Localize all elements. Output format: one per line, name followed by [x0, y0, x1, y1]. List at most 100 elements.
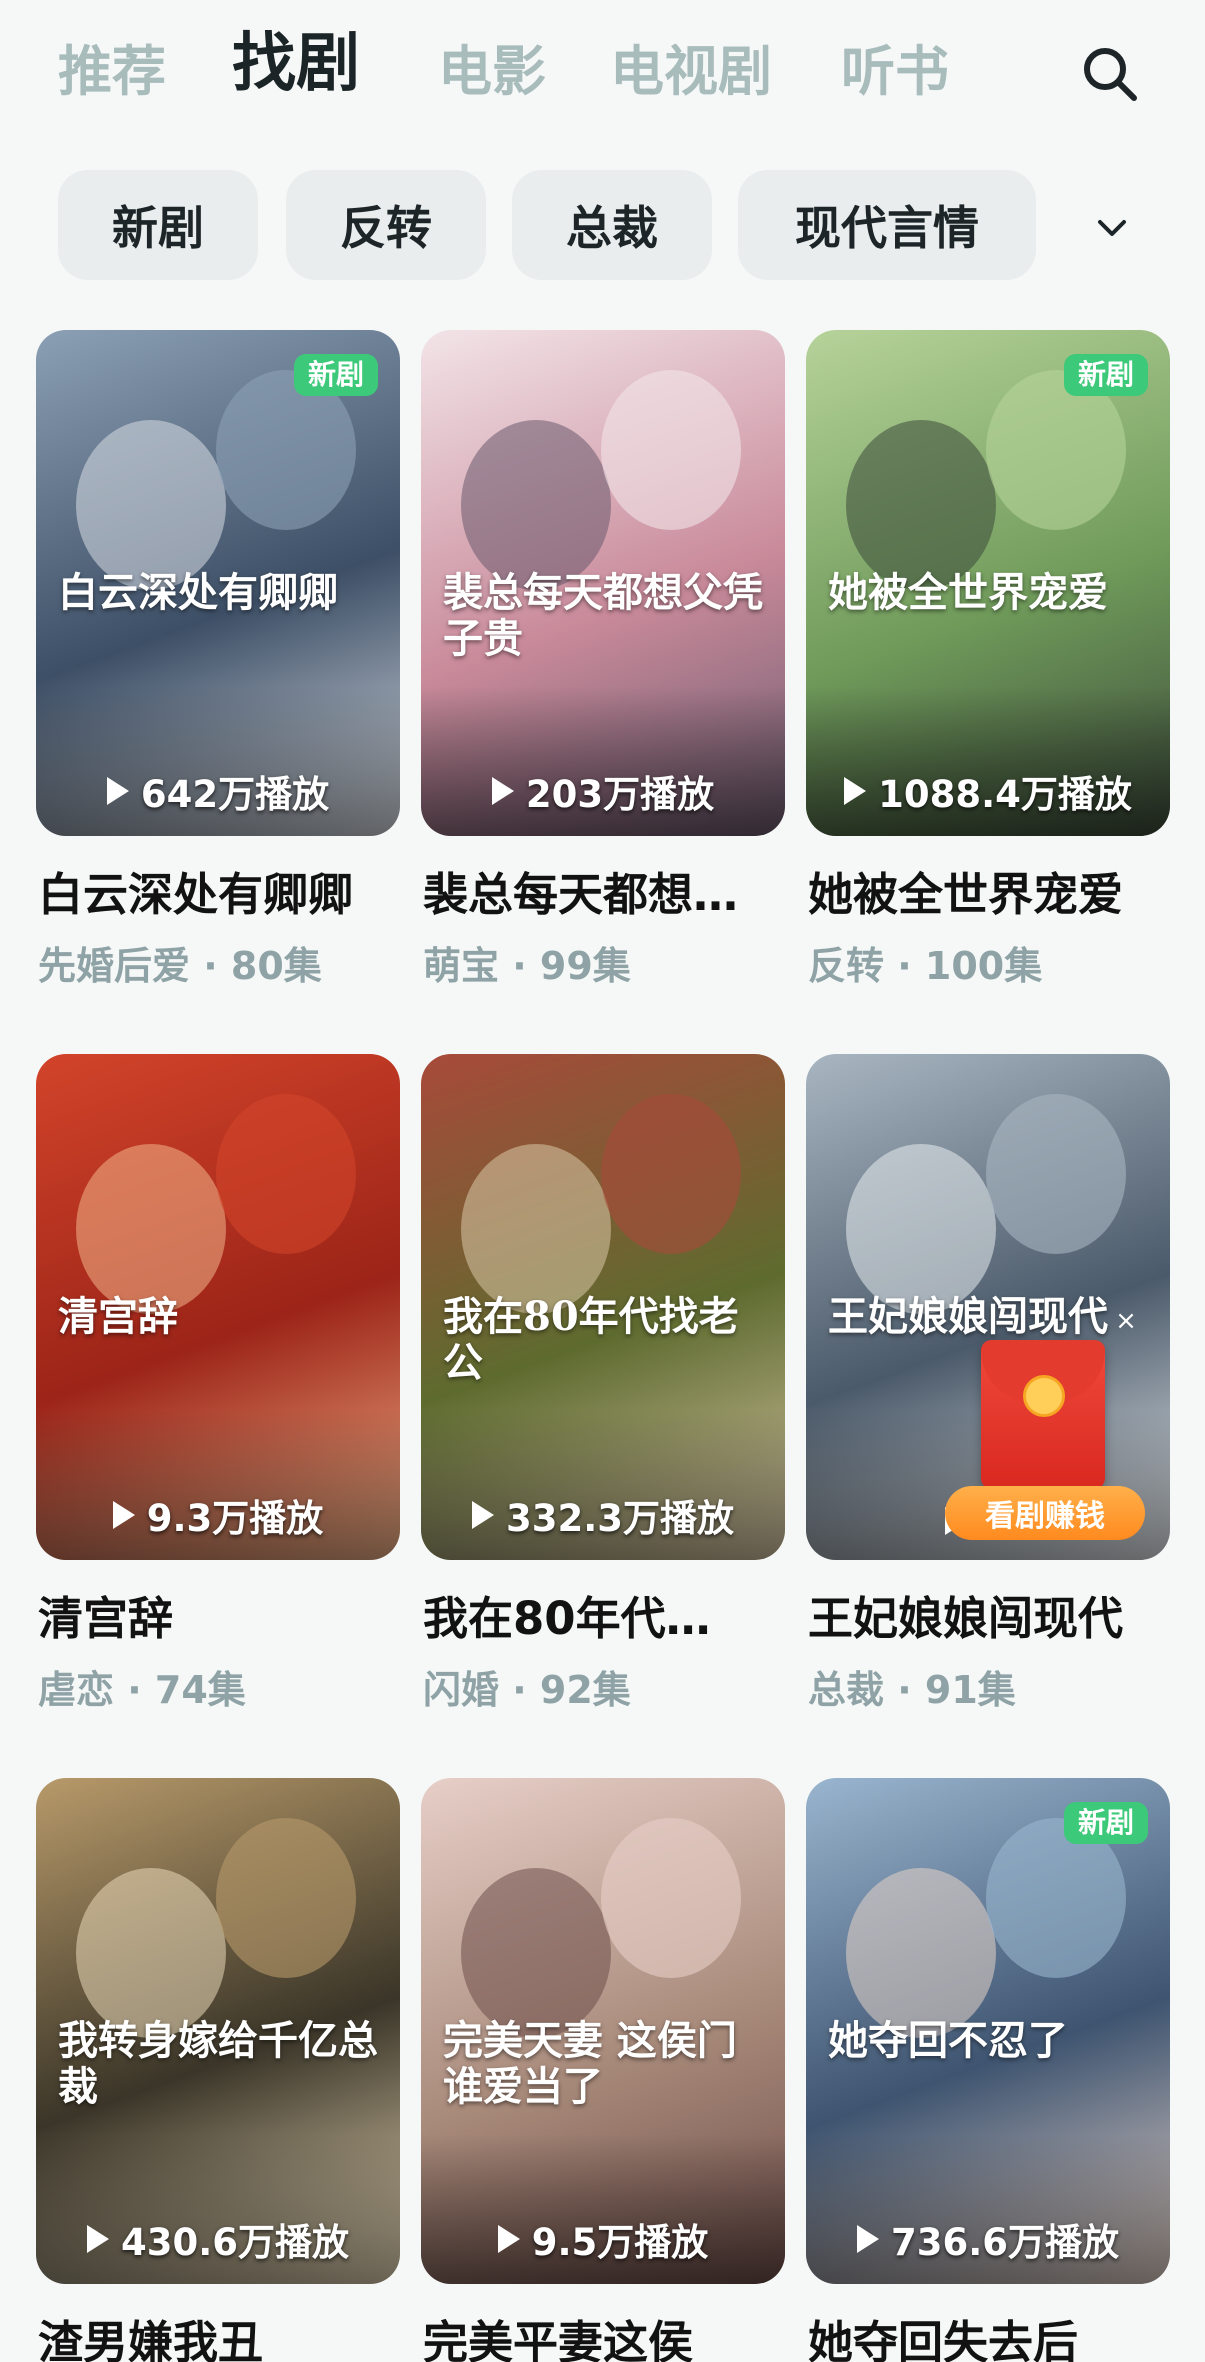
drama-card[interactable]: 裴总每天都想父凭子贵 203万播放裴总每天都想… 萌宝 · 99集	[421, 330, 785, 1000]
poster-figure	[76, 420, 226, 590]
drama-meta: 先婚后爱 · 80集	[38, 944, 322, 988]
tab-audiobooks[interactable]: 听书	[841, 45, 949, 99]
category-chip-new[interactable]: 新剧	[58, 170, 258, 280]
poster-art-title: 她夺回不忍了	[828, 2017, 1068, 2064]
tab-movies[interactable]: 电影	[438, 45, 546, 99]
poster-art-title: 我在80年代找老公	[443, 1293, 739, 1386]
drama-card[interactable]: 我转身嫁给千亿总裁 430.6万播放渣男嫌我丑	[36, 1778, 400, 2362]
red-envelope-promo[interactable]: × 看剧赚钱	[945, 1290, 1145, 1540]
new-badge: 新剧	[1063, 354, 1148, 396]
drama-poster[interactable]: 她被全世界宠爱 新剧 1088.4万播放	[806, 330, 1170, 836]
drama-title[interactable]: 我在80年代…	[423, 1592, 787, 1646]
chevron-down-icon	[1098, 220, 1126, 236]
poster-art-title: 白云深处有卿卿	[58, 569, 338, 616]
drama-title[interactable]: 清宫辞	[38, 1592, 402, 1646]
play-icon	[471, 1501, 494, 1529]
drama-meta: 虐恋 · 74集	[38, 1668, 246, 1712]
drama-meta: 萌宝 · 99集	[423, 944, 631, 988]
category-chip-modern-romance[interactable]: 现代言情	[738, 170, 1036, 280]
drama-meta: 闪婚 · 92集	[423, 1668, 631, 1712]
poster-figure	[461, 1868, 611, 2038]
poster-art-title: 她被全世界宠爱	[828, 569, 1108, 616]
poster-figure	[76, 1868, 226, 2038]
new-badge: 新剧	[293, 354, 378, 396]
poster-art-title: 完美天妻 这侯门谁爱当了	[443, 2017, 737, 2110]
play-count-text: 9.5万播放	[531, 2221, 709, 2264]
poster-art-title: 清宫辞	[58, 1293, 178, 1340]
drama-poster[interactable]: 白云深处有卿卿 新剧 642万播放	[36, 330, 400, 836]
category-filter-bar: 新剧 反转 总裁 现代言情	[0, 170, 1205, 280]
tab-find-drama[interactable]: 找剧	[232, 32, 360, 96]
play-count: 332.3万播放	[421, 1488, 785, 1542]
play-icon	[106, 777, 129, 805]
play-count: 736.6万播放	[806, 2212, 1170, 2266]
drama-meta: 反转 · 100集	[808, 944, 1043, 988]
poster-figure	[986, 1094, 1126, 1254]
drama-title[interactable]: 王妃娘娘闯现代	[808, 1592, 1172, 1646]
category-chip-twist[interactable]: 反转	[286, 170, 486, 280]
drama-meta: 总裁 · 91集	[808, 1668, 1016, 1712]
play-count: 9.3万播放	[36, 1488, 400, 1542]
category-chip-ceo[interactable]: 总裁	[512, 170, 712, 280]
drama-poster[interactable]: 完美天妻 这侯门谁爱当了 9.5万播放	[421, 1778, 785, 2284]
drama-poster[interactable]: 清宫辞 9.3万播放	[36, 1054, 400, 1560]
poster-figure	[846, 1868, 996, 2038]
play-icon	[497, 2225, 520, 2253]
search-icon	[1084, 48, 1137, 101]
poster-figure	[846, 1144, 996, 1314]
poster-art-title: 我转身嫁给千亿总裁	[58, 2017, 378, 2110]
drama-title[interactable]: 白云深处有卿卿	[38, 868, 402, 922]
poster-figure	[216, 1818, 356, 1978]
drama-poster[interactable]: 她夺回不忍了 新剧 736.6万播放	[806, 1778, 1170, 2284]
play-count-text: 9.3万播放	[146, 1497, 324, 1540]
drama-title[interactable]: 她被全世界宠爱	[808, 868, 1172, 922]
drama-card[interactable]: 清宫辞 9.3万播放 清宫辞 虐恋 · 74集	[36, 1054, 400, 1724]
play-count: 9.5万播放	[421, 2212, 785, 2266]
tab-tv-series[interactable]: 电视剧	[610, 45, 772, 99]
drama-poster[interactable]: 裴总每天都想父凭子贵 203万播放	[421, 330, 785, 836]
play-count-text: 642万播放	[140, 773, 330, 816]
play-icon	[491, 777, 514, 805]
play-icon	[112, 1501, 135, 1529]
play-count-text: 430.6万播放	[120, 2221, 350, 2264]
search-button[interactable]	[1078, 42, 1142, 106]
drama-title[interactable]: 渣男嫌我丑	[38, 2316, 402, 2362]
tab-recommend[interactable]: 推荐	[58, 45, 166, 99]
drama-card[interactable]: 我在80年代找老公 332.3万播放我在80年代… 闪婚 · 92集	[421, 1054, 785, 1724]
drama-card[interactable]: 她夺回不忍了 新剧 736.6万播放她夺回失去后	[806, 1778, 1170, 2362]
play-count-text: 203万播放	[525, 773, 715, 816]
drama-card[interactable]: 她被全世界宠爱 新剧 1088.4万播放 她被全世界宠爱 反转 · 100集	[806, 330, 1170, 1000]
play-count: 430.6万播放	[36, 2212, 400, 2266]
play-count: 642万播放	[36, 764, 400, 818]
coin-icon	[1023, 1375, 1065, 1417]
top-nav: 推荐 找剧 电影 电视剧 听书	[0, 0, 1205, 150]
play-count-text: 736.6万播放	[890, 2221, 1120, 2264]
play-icon	[86, 2225, 109, 2253]
drama-poster[interactable]: 我转身嫁给千亿总裁 430.6万播放	[36, 1778, 400, 2284]
play-count-text: 1088.4万播放	[878, 773, 1132, 816]
drama-poster[interactable]: 我在80年代找老公 332.3万播放	[421, 1054, 785, 1560]
drama-title[interactable]: 她夺回失去后	[808, 2316, 1172, 2362]
play-count: 203万播放	[421, 764, 785, 818]
play-count-text: 332.3万播放	[505, 1497, 735, 1540]
poster-art-title: 裴总每天都想父凭子贵	[443, 569, 763, 662]
poster-figure	[461, 420, 611, 590]
poster-figure	[601, 1818, 741, 1978]
expand-categories-button[interactable]	[1086, 202, 1138, 254]
new-badge: 新剧	[1063, 1802, 1148, 1844]
drama-title[interactable]: 裴总每天都想…	[423, 868, 787, 922]
earn-by-watching-label[interactable]: 看剧赚钱	[945, 1486, 1145, 1540]
poster-figure	[461, 1144, 611, 1314]
poster-figure	[601, 370, 741, 530]
close-icon[interactable]: ×	[1113, 1308, 1139, 1334]
poster-figure	[216, 1094, 356, 1254]
drama-card[interactable]: 白云深处有卿卿 新剧 642万播放 白云深处有卿卿 先婚后爱 · 80集	[36, 330, 400, 1000]
poster-figure	[601, 1094, 741, 1254]
drama-card[interactable]: 完美天妻 这侯门谁爱当了 9.5万播放完美平妻这侯	[421, 1778, 785, 2362]
play-icon	[844, 777, 867, 805]
poster-figure	[76, 1144, 226, 1314]
play-icon	[856, 2225, 879, 2253]
drama-title[interactable]: 完美平妻这侯	[423, 2316, 787, 2362]
poster-figure	[846, 420, 996, 590]
play-count: 1088.4万播放	[806, 764, 1170, 818]
